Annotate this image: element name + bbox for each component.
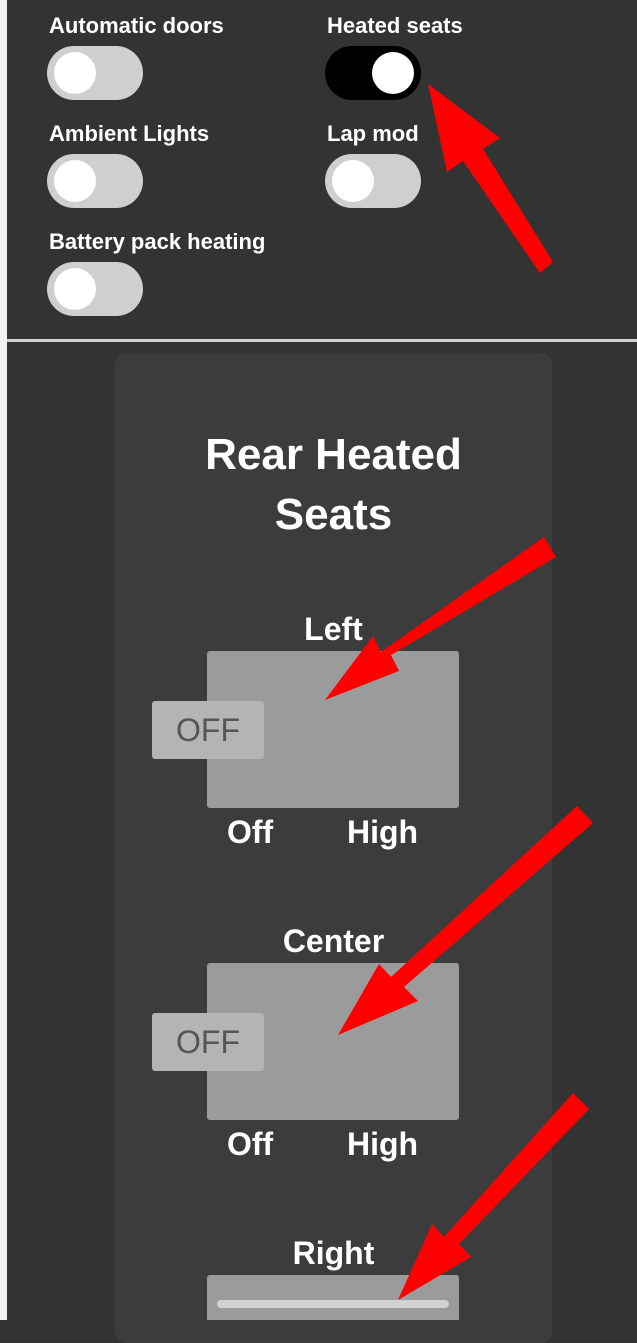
lap-mode-label: Lap mod: [327, 121, 419, 146]
rear-title-line-2: Seats: [274, 490, 393, 539]
toggle-knob: [372, 52, 414, 94]
center-seat-high-label: High: [347, 1126, 419, 1162]
left-seat-state-button[interactable]: OFF: [152, 701, 264, 759]
battery-pack-heating-label: Battery pack heating: [49, 229, 266, 254]
section-divider: [7, 339, 637, 342]
toggle-knob: [54, 160, 96, 202]
center-seat-state-button[interactable]: OFF: [152, 1013, 264, 1071]
heated-seats-label: Heated seats: [327, 13, 463, 38]
right-seat-slider-track[interactable]: [217, 1300, 449, 1308]
center-seat-off-label: Off: [227, 1126, 274, 1162]
center-seat-label: Center: [282, 923, 385, 959]
left-seat-high-label: High: [347, 814, 419, 850]
right-seat-heat-control[interactable]: [207, 1275, 459, 1320]
left-seat-label: Left: [304, 611, 363, 647]
lap-mode-toggle[interactable]: [325, 154, 421, 208]
rear-title-line-1: Rear Heated: [205, 430, 462, 479]
toggle-knob: [332, 160, 374, 202]
automatic-doors-toggle[interactable]: [47, 46, 143, 100]
rear-heated-seats-title: Rear Heated Seats: [115, 425, 552, 545]
toggle-knob: [54, 52, 96, 94]
ambient-lights-label: Ambient Lights: [49, 121, 210, 146]
ambient-lights-toggle[interactable]: [47, 154, 143, 208]
toggle-knob: [54, 268, 96, 310]
heated-seats-toggle[interactable]: [325, 46, 421, 100]
left-window-edge: [0, 0, 7, 1320]
battery-pack-heating-toggle[interactable]: [47, 262, 143, 316]
red-arrow-1: [428, 84, 553, 273]
automatic-doors-label: Automatic doors: [49, 13, 224, 38]
left-seat-off-label: Off: [227, 814, 274, 850]
right-seat-label: Right: [292, 1235, 375, 1271]
